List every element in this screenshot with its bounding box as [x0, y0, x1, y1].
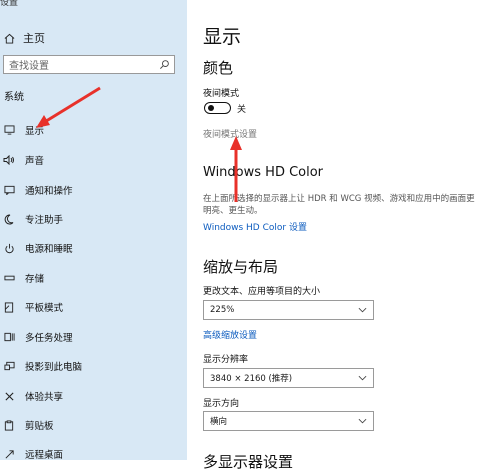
arrow-to-display-item — [36, 86, 101, 128]
annotation-arrows — [36, 86, 242, 202]
arrow-to-night-mode-settings — [230, 136, 242, 202]
